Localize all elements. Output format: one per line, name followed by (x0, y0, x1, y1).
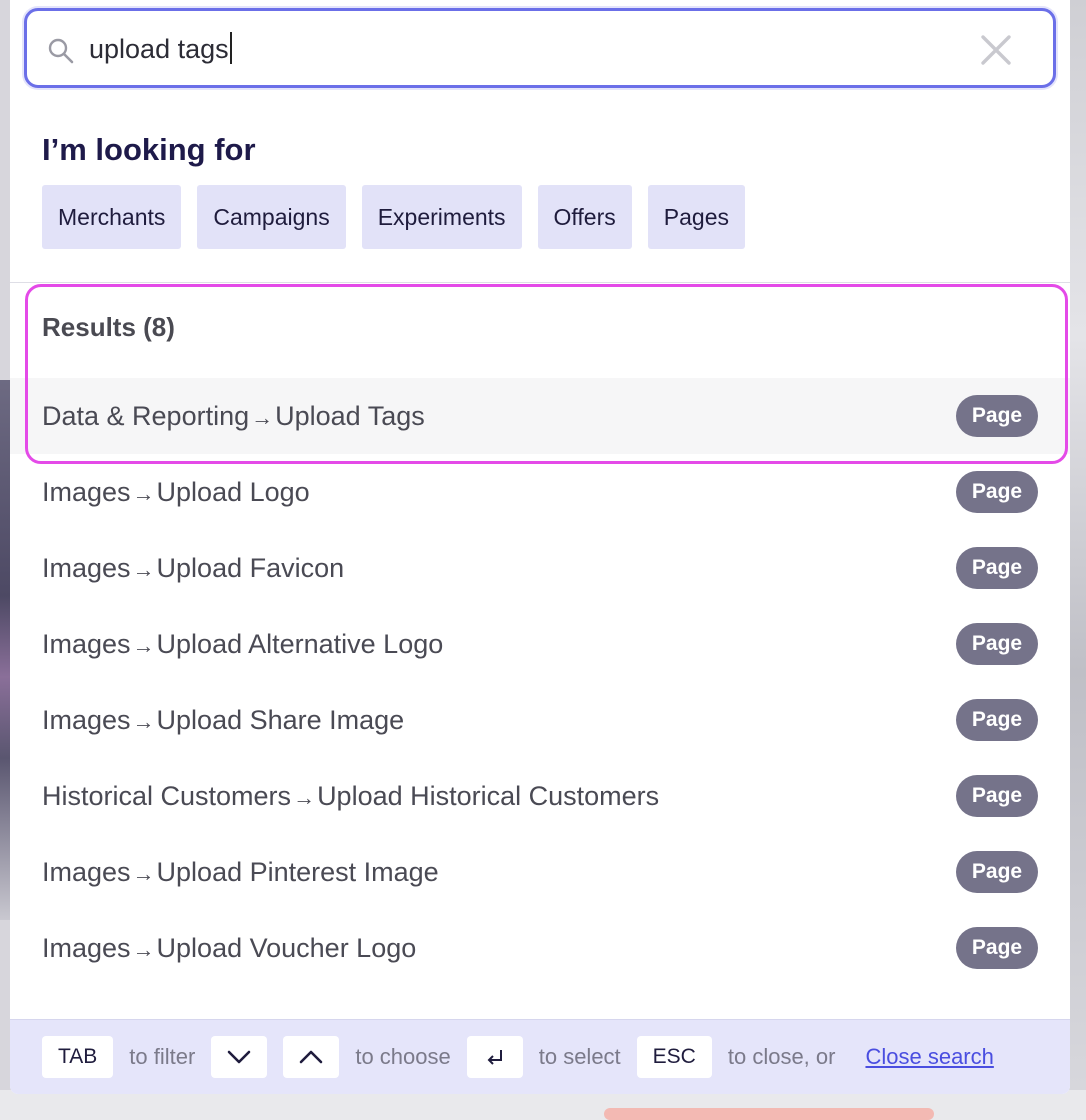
keyboard-hints-footer: TAB to filter to choose to select ESC to… (10, 1019, 1070, 1094)
search-input[interactable]: upload tags (89, 32, 232, 66)
search-box[interactable]: upload tags (24, 8, 1056, 88)
down-key (211, 1036, 268, 1078)
arrow-right-icon: → (293, 784, 316, 810)
section-divider (10, 282, 1070, 283)
arrow-right-icon: → (132, 480, 155, 506)
chevron-down-icon (228, 1050, 251, 1064)
arrow-right-icon: → (132, 936, 155, 962)
filter-chips: Merchants Campaigns Experiments Offers P… (42, 185, 745, 249)
result-page: Upload Favicon (156, 552, 345, 583)
result-path: Images→Upload Voucher Logo (42, 933, 416, 964)
page-badge: Page (956, 927, 1038, 969)
page-badge: Page (956, 775, 1038, 817)
result-item[interactable]: Images→Upload Share Image Page (10, 682, 1070, 758)
result-item[interactable]: Images→Upload Alternative Logo Page (10, 606, 1070, 682)
result-section: Images (42, 704, 131, 735)
looking-for-title: I’m looking for (42, 132, 256, 167)
result-path: Historical Customers→Upload Historical C… (42, 781, 659, 812)
arrow-right-icon: → (132, 708, 155, 734)
close-search-link[interactable]: Close search (865, 1044, 993, 1070)
filter-experiments[interactable]: Experiments (361, 185, 522, 249)
result-section: Images (42, 932, 131, 963)
result-item[interactable]: Images→Upload Logo Page (10, 454, 1070, 530)
text-caret (229, 32, 232, 64)
result-section: Historical Customers (42, 780, 292, 811)
result-path: Images→Upload Logo (42, 477, 310, 508)
result-section: Data & Reporting (42, 400, 250, 431)
page-badge: Page (956, 547, 1038, 589)
arrow-right-icon: → (132, 632, 155, 658)
results-title: Results (8) (42, 312, 175, 342)
page-badge: Page (956, 699, 1038, 741)
result-path: Images→Upload Favicon (42, 553, 344, 584)
result-page: Upload Historical Customers (317, 780, 660, 811)
result-section: Images (42, 552, 131, 583)
select-hint: to select (538, 1044, 621, 1069)
result-path: Images→Upload Alternative Logo (42, 629, 443, 660)
enter-icon (487, 1050, 502, 1065)
up-key (283, 1036, 340, 1078)
result-item[interactable]: Images→Upload Pinterest Image Page (10, 834, 1070, 910)
arrow-right-icon: → (132, 556, 155, 582)
result-page: Upload Share Image (156, 704, 405, 735)
result-item[interactable]: Images→Upload Voucher Logo Page (10, 910, 1070, 986)
filter-merchants[interactable]: Merchants (42, 185, 182, 249)
filter-offers[interactable]: Offers (537, 185, 632, 249)
result-item[interactable]: Images→Upload Favicon Page (10, 530, 1070, 606)
choose-hint: to choose (355, 1044, 451, 1069)
page-badge: Page (956, 851, 1038, 893)
result-page: Upload Voucher Logo (156, 932, 417, 963)
search-modal: upload tags I’m looking for Merchants Ca… (10, 0, 1070, 1094)
background-pink-shape (604, 1108, 934, 1120)
tab-key: TAB (42, 1036, 114, 1078)
result-path: Images→Upload Share Image (42, 705, 404, 736)
result-section: Images (42, 856, 131, 887)
page-badge: Page (956, 395, 1038, 437)
result-section: Images (42, 476, 131, 507)
result-path: Data & Reporting→Upload Tags (42, 401, 425, 432)
tab-hint: to filter (129, 1044, 196, 1069)
filter-pages[interactable]: Pages (647, 185, 745, 249)
result-section: Images (42, 628, 131, 659)
result-page: Upload Tags (275, 400, 425, 431)
arrow-right-icon: → (132, 860, 155, 886)
page-badge: Page (956, 623, 1038, 665)
esc-hint: to close, or (727, 1044, 836, 1069)
arrow-right-icon: → (251, 404, 274, 430)
enter-key (466, 1036, 523, 1078)
page-badge: Page (956, 471, 1038, 513)
search-input-value: upload tags (89, 34, 229, 64)
search-icon (48, 38, 74, 64)
esc-key: ESC (636, 1036, 712, 1078)
close-icon[interactable] (979, 33, 1013, 67)
result-path: Images→Upload Pinterest Image (42, 857, 439, 888)
results-list: Data & Reporting→Upload Tags Page Images… (10, 378, 1070, 986)
filter-campaigns[interactable]: Campaigns (197, 185, 346, 249)
chevron-up-icon (300, 1050, 323, 1064)
result-page: Upload Logo (156, 476, 310, 507)
background-bottom (0, 1090, 1086, 1120)
result-item[interactable]: Data & Reporting→Upload Tags Page (10, 378, 1070, 454)
result-item[interactable]: Historical Customers→Upload Historical C… (10, 758, 1070, 834)
result-page: Upload Pinterest Image (156, 856, 439, 887)
result-page: Upload Alternative Logo (156, 628, 444, 659)
